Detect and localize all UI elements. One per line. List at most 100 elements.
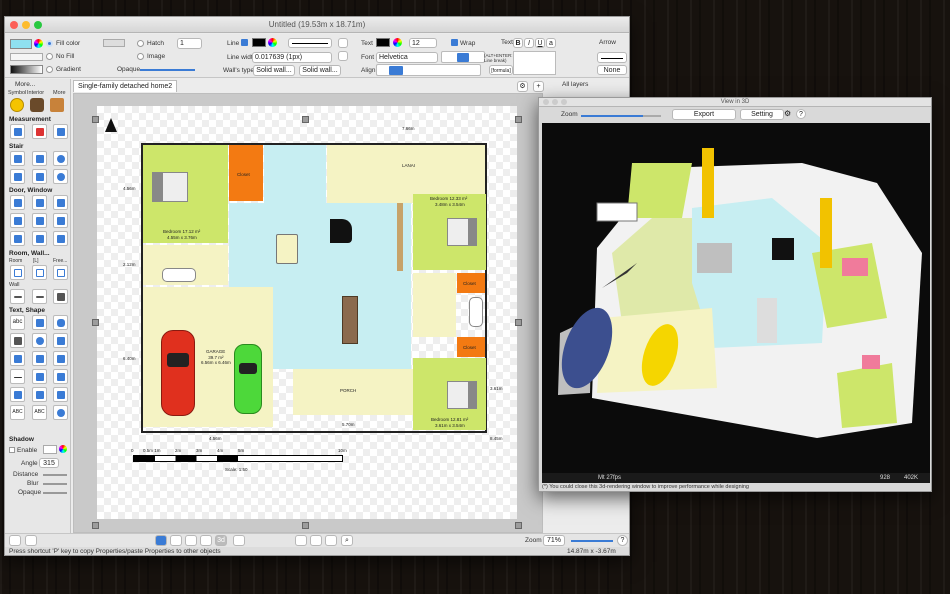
text-tool[interactable]: abc — [10, 315, 25, 330]
font-size-field[interactable]: 12 — [409, 38, 437, 48]
gradient-radio[interactable] — [46, 66, 53, 73]
rounded-rect-tool[interactable] — [53, 315, 68, 330]
wall-type-select-1[interactable]: Solid wall... — [253, 65, 295, 76]
text-box-preview[interactable] — [513, 51, 556, 75]
arrow-start-select[interactable] — [597, 52, 627, 63]
door-tool-2[interactable] — [32, 195, 47, 210]
search-icon[interactable]: ⌕ — [341, 535, 353, 546]
door-tool-3[interactable] — [53, 195, 68, 210]
people-icon[interactable] — [30, 98, 44, 112]
text-color-swatch[interactable] — [376, 38, 390, 47]
arrow-tool[interactable] — [32, 369, 47, 384]
minimize-button[interactable] — [22, 21, 30, 29]
setting-button[interactable]: Setting — [740, 109, 784, 120]
resize-handle-tr[interactable] — [515, 116, 522, 123]
shadow-color-swatch[interactable] — [43, 445, 57, 454]
line-width-field[interactable]: 0.017639 (1px) — [252, 52, 332, 63]
sidebar-tab-symbol[interactable]: Symbol — [8, 90, 26, 96]
zoom-select[interactable]: 71% — [543, 535, 565, 546]
fill-color-swatch[interactable] — [10, 39, 32, 49]
door-tool-4[interactable] — [10, 213, 25, 228]
hatch-select[interactable]: 1 — [177, 38, 202, 49]
snap-button[interactable] — [170, 535, 182, 546]
line-checkbox[interactable] — [241, 39, 248, 46]
callout-tool-2[interactable]: ABC — [32, 405, 47, 420]
bold-button[interactable]: B — [513, 38, 523, 48]
view3d-minimize-button[interactable] — [552, 99, 558, 105]
view3d-gear-icon[interactable]: ⚙ — [784, 109, 791, 119]
circle-tool[interactable] — [32, 333, 47, 348]
bezier-tool[interactable] — [32, 387, 47, 402]
resize-handle-tm[interactable] — [302, 116, 309, 123]
color-wheel-icon[interactable] — [34, 39, 43, 48]
close-button[interactable] — [10, 21, 18, 29]
arrow-end-select[interactable]: None — [597, 65, 627, 75]
triangle-tool[interactable] — [53, 333, 68, 348]
resize-handle-br[interactable] — [515, 522, 522, 529]
gradient-swatch[interactable] — [10, 65, 43, 74]
window-tool-2[interactable] — [32, 231, 47, 246]
shadow-enable-checkbox[interactable] — [9, 447, 15, 453]
view3d-zoom-button[interactable] — [561, 99, 567, 105]
door-tool-1[interactable] — [10, 195, 25, 210]
freehand-tool[interactable] — [53, 387, 68, 402]
fill-color-radio[interactable] — [46, 40, 53, 47]
opaque-slider[interactable] — [140, 69, 195, 71]
zoom-slider[interactable] — [571, 540, 613, 542]
resize-handle-ml[interactable] — [92, 319, 99, 326]
help-button[interactable]: ? — [617, 535, 628, 546]
shadow-color-wheel-icon[interactable] — [59, 445, 67, 453]
room-tool[interactable] — [10, 265, 25, 280]
gear-icon[interactable]: ⚙ — [517, 81, 528, 92]
stair-tool-4[interactable] — [10, 169, 25, 184]
stair-tool-6[interactable] — [53, 169, 68, 184]
hatch-preview[interactable] — [103, 39, 125, 47]
polyline-tool[interactable] — [10, 387, 25, 402]
shape-tool-2[interactable] — [32, 351, 47, 366]
align-buttons[interactable] — [376, 64, 481, 76]
line-color-swatch[interactable] — [252, 38, 266, 47]
align-left-button[interactable] — [233, 535, 245, 546]
image-radio[interactable] — [137, 53, 144, 60]
view3d-help-button[interactable]: ? — [796, 109, 806, 119]
room-l-tool[interactable] — [32, 265, 47, 280]
drawing-canvas[interactable]: Bedroom 17.12 m² 4.55m x 3.76m Closet LA… — [73, 93, 543, 533]
measure-tool-3[interactable] — [53, 124, 68, 139]
view3d-zoom-slider[interactable] — [581, 115, 661, 117]
shadow-opaque-slider[interactable] — [43, 492, 67, 494]
line-tool[interactable] — [10, 369, 25, 384]
strike-button[interactable]: a — [546, 38, 556, 48]
underline-button[interactable]: U — [535, 38, 545, 48]
measure-tool-1[interactable] — [10, 124, 25, 139]
stair-tool-5[interactable] — [32, 169, 47, 184]
curve-tool[interactable] — [53, 369, 68, 384]
resize-handle-mr[interactable] — [515, 319, 522, 326]
wall-tool-1[interactable] — [10, 289, 25, 304]
wrap-checkbox[interactable] — [451, 39, 458, 46]
stair-tool-2[interactable] — [32, 151, 47, 166]
line-color-wheel-icon[interactable] — [268, 38, 277, 47]
stair-tool-3[interactable] — [53, 151, 68, 166]
shape-tool-3[interactable] — [53, 351, 68, 366]
no-fill-radio[interactable] — [46, 53, 53, 60]
document-tab[interactable]: Single-family detached home2 — [73, 80, 177, 92]
resize-handle-bl[interactable] — [92, 522, 99, 529]
italic-button[interactable]: I — [524, 38, 534, 48]
window-tool-1[interactable] — [10, 231, 25, 246]
view3d-close-button[interactable] — [543, 99, 549, 105]
layer-view-button[interactable] — [25, 535, 37, 546]
resize-handle-bm[interactable] — [302, 522, 309, 529]
more-link[interactable]: More... — [15, 81, 35, 88]
door-tool-6[interactable] — [53, 213, 68, 228]
ruler-button[interactable] — [200, 535, 212, 546]
add-page-button[interactable]: + — [533, 81, 544, 92]
callout-tool-1[interactable]: ABC — [10, 405, 25, 420]
room-hall[interactable] — [264, 145, 326, 203]
shape-tool-1[interactable] — [10, 351, 25, 366]
view3d-viewport[interactable] — [542, 123, 930, 473]
view-3d-button[interactable]: 3d — [215, 535, 227, 546]
wall-type-select-2[interactable]: Solid wall... — [299, 65, 341, 76]
magnet-icon[interactable] — [185, 535, 197, 546]
zoom-button[interactable] — [34, 21, 42, 29]
room-free-tool[interactable] — [53, 265, 68, 280]
